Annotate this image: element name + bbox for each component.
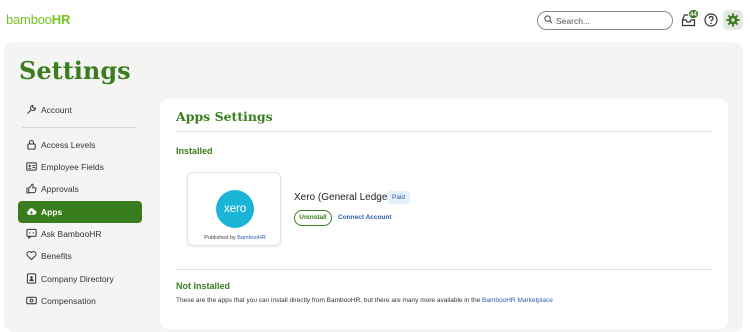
sidebar-item-label: Ask BambooHR <box>41 229 102 239</box>
inbox-count-badge: 44 <box>688 9 699 19</box>
settings-button[interactable] <box>723 10 743 30</box>
sidebar-item-compensation[interactable]: Compensation <box>18 290 142 312</box>
sidebar-item-company-directory[interactable]: Company Directory <box>18 268 142 290</box>
not-installed-description: These are the apps that you can install … <box>176 297 553 304</box>
not-installed-heading: Not Installed <box>176 281 231 291</box>
app-name: Xero (General Ledger) <box>294 192 395 203</box>
sidebar-item-label: Employee Fields <box>41 162 104 172</box>
directory-icon <box>26 273 37 284</box>
uninstall-button[interactable]: Uninstall <box>294 210 332 226</box>
cloud-icon <box>27 208 37 215</box>
id-card-icon <box>26 162 37 171</box>
paid-badge: Paid <box>387 191 411 204</box>
published-by: Published by BambooHR <box>188 235 282 241</box>
wrench-icon <box>27 104 37 114</box>
xero-logo: xero <box>216 190 254 228</box>
published-by-label: Published by <box>204 235 236 241</box>
connect-account-link[interactable]: Connect Account <box>338 214 392 221</box>
sidebar-item-apps[interactable]: Apps <box>18 201 142 223</box>
sidebar-item-label: Access Levels <box>41 140 96 150</box>
search-icon <box>544 15 553 24</box>
sidebar-item-access-levels[interactable]: Access Levels <box>18 134 142 156</box>
sidebar-item-account[interactable]: Account <box>18 99 142 121</box>
installed-heading: Installed <box>176 146 213 156</box>
chat-icon <box>26 228 37 239</box>
search-input[interactable] <box>556 14 666 27</box>
marketplace-link[interactable]: BambooHR Marketplace <box>482 297 553 304</box>
sidebar-item-approvals[interactable]: Approvals <box>18 178 142 200</box>
sidebar-item-employee-fields[interactable]: Employee Fields <box>18 156 142 178</box>
sidebar-item-ask-bamboohr[interactable]: Ask BambooHR <box>18 223 142 245</box>
apps-settings-card: Apps Settings Installed xero Published b… <box>160 99 728 329</box>
bamboohr-logo[interactable]: bambooHR <box>6 12 70 27</box>
sidebar-item-label: Account <box>41 105 72 115</box>
sidebar-item-label: Approvals <box>41 184 79 194</box>
sidebar-divider <box>22 127 136 128</box>
section-title: Apps Settings <box>176 109 273 124</box>
heart-icon <box>26 251 37 261</box>
sidebar-item-label: Company Directory <box>41 274 114 284</box>
money-icon <box>26 296 37 305</box>
sidebar-item-label: Compensation <box>41 296 96 306</box>
search-box[interactable] <box>537 11 673 30</box>
logo-suffix: HR <box>51 12 71 27</box>
description-text: These are the apps that you can install … <box>176 297 481 304</box>
publisher-link[interactable]: BambooHR <box>237 235 265 241</box>
help-icon[interactable] <box>704 13 718 27</box>
thumbs-up-icon <box>26 183 37 194</box>
lock-icon <box>27 139 36 150</box>
page-title: Settings <box>19 56 131 85</box>
divider <box>176 269 713 270</box>
top-bar: bambooHR 44 <box>0 0 750 42</box>
sidebar-item-benefits[interactable]: Benefits <box>18 245 142 267</box>
gear-icon <box>726 13 740 27</box>
sidebar-item-label: Apps <box>41 207 63 217</box>
sidebar-item-label: Benefits <box>41 251 72 261</box>
logo-prefix: bamboo <box>6 12 52 27</box>
app-tile-xero[interactable]: xero Published by BambooHR <box>187 172 281 246</box>
divider <box>176 131 713 132</box>
